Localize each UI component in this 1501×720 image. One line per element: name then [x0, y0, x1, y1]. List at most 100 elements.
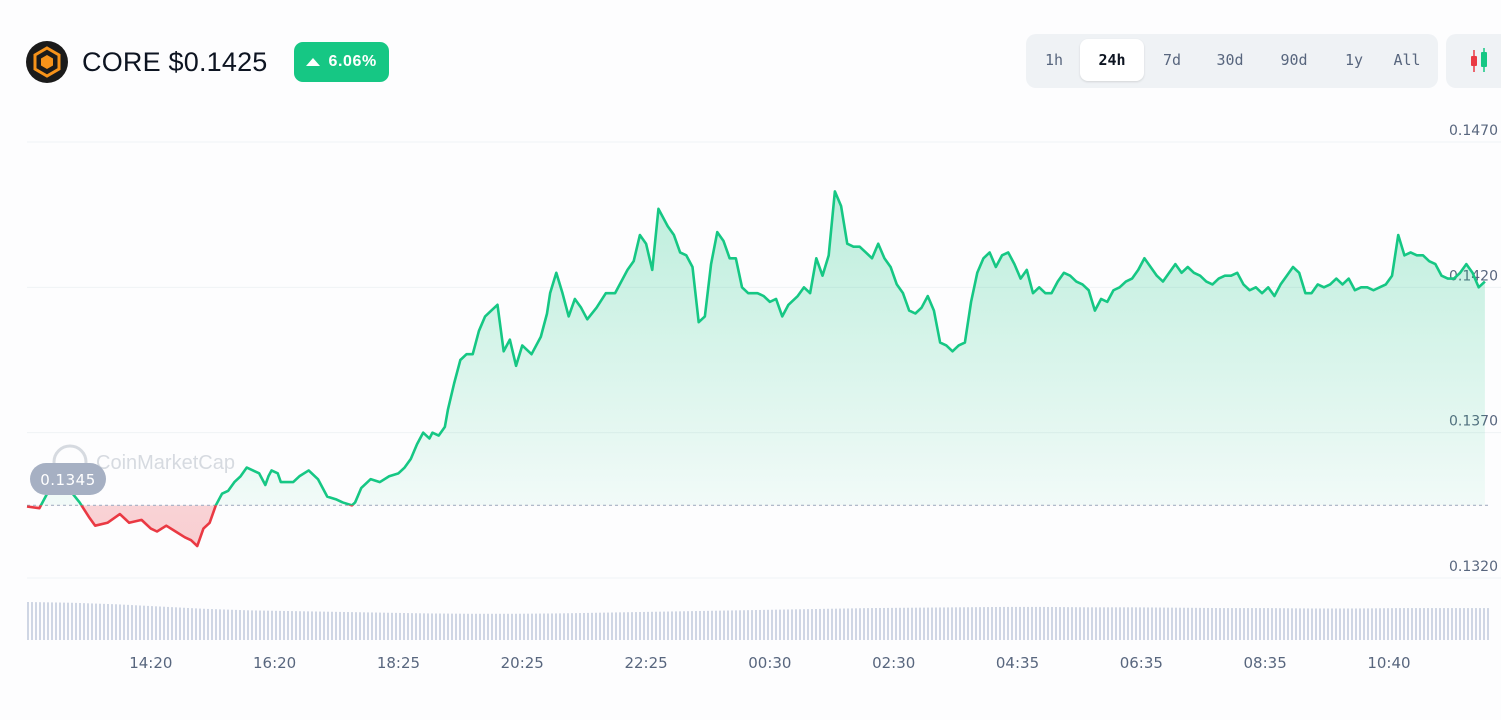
x-tick-label: 06:35 — [1120, 654, 1163, 672]
range-tab-all[interactable]: All — [1388, 39, 1426, 81]
price-change-badge: 6.06% — [293, 42, 389, 82]
volume-bar — [1147, 607, 1149, 640]
volume-bar — [1431, 608, 1433, 640]
volume-bar — [139, 605, 141, 640]
range-tab-90d[interactable]: 90d — [1270, 39, 1318, 81]
volume-bar — [835, 608, 837, 640]
volume-bar — [1263, 608, 1265, 640]
volume-bar — [1355, 608, 1357, 640]
volume-bar — [135, 605, 137, 640]
volume-bar — [419, 613, 421, 640]
volume-bar — [255, 610, 257, 640]
volume-bar — [1459, 608, 1461, 640]
x-tick-label: 22:25 — [624, 654, 667, 672]
volume-bar — [551, 613, 553, 640]
x-tick-label: 04:35 — [996, 654, 1039, 672]
volume-bar — [1395, 608, 1397, 640]
volume-bar — [1035, 606, 1037, 640]
volume-bar — [1399, 608, 1401, 640]
volume-bar — [727, 610, 729, 640]
volume-bar — [455, 613, 457, 640]
volume-bar — [1039, 606, 1041, 640]
volume-bar — [399, 612, 401, 640]
volume-bar — [1155, 607, 1157, 640]
volume-bar — [691, 611, 693, 640]
volume-bar — [291, 611, 293, 640]
volume-bar — [747, 610, 749, 640]
volume-bar — [247, 610, 249, 640]
volume-bar — [795, 609, 797, 640]
volume-bar — [919, 607, 921, 640]
volume-bar — [367, 612, 369, 640]
range-tab-1y[interactable]: 1y — [1336, 39, 1372, 81]
volume-bar — [1247, 608, 1249, 640]
volume-bar — [1335, 608, 1337, 640]
volume-bar — [1111, 607, 1113, 640]
volume-bar — [1159, 607, 1161, 640]
range-tab-24h[interactable]: 24h — [1080, 39, 1144, 81]
volume-bar — [959, 607, 961, 640]
volume-bar — [763, 609, 765, 640]
volume-bar — [723, 610, 725, 640]
volume-bar — [1051, 606, 1053, 640]
volume-bar — [883, 607, 885, 640]
price-chart[interactable]: 0.13200.13700.14200.1470CoinMarketCap0.1… — [0, 0, 1501, 720]
volume-bar — [171, 607, 173, 640]
range-tab-30d[interactable]: 30d — [1206, 39, 1254, 81]
volume-bar — [1319, 608, 1321, 640]
volume-bar — [1223, 608, 1225, 640]
volume-bar — [935, 607, 937, 640]
volume-bar — [1435, 608, 1437, 640]
volume-bar — [767, 609, 769, 640]
volume-bar — [315, 611, 317, 640]
volume-bar — [147, 605, 149, 640]
volume-bar — [671, 611, 673, 640]
volume-bar — [435, 613, 437, 640]
volume-bar — [1179, 607, 1181, 640]
x-tick-label: 02:30 — [872, 654, 915, 672]
volume-bar — [359, 612, 361, 640]
chart-type-toggle[interactable] — [1446, 34, 1501, 88]
volume-bar — [1003, 606, 1005, 640]
volume-bar — [831, 608, 833, 640]
volume-bar — [1123, 607, 1125, 640]
volume-bar — [1379, 608, 1381, 640]
volume-bar — [347, 612, 349, 640]
volume-bar — [95, 603, 97, 640]
time-range-selector: 1h 24h 7d 30d 90d 1y All — [1026, 34, 1438, 88]
volume-bar — [887, 607, 889, 640]
volume-bar — [407, 613, 409, 640]
volume-bar — [387, 612, 389, 640]
volume-bar — [1487, 608, 1489, 640]
volume-bar — [1143, 607, 1145, 640]
volume-bar — [779, 609, 781, 640]
volume-bar — [807, 609, 809, 640]
volume-bar — [567, 613, 569, 640]
volume-bar — [531, 613, 533, 640]
volume-bar — [1331, 608, 1333, 640]
range-tab-7d[interactable]: 7d — [1154, 39, 1190, 81]
volume-bar — [1323, 608, 1325, 640]
volume-bar — [995, 606, 997, 640]
volume-bar — [495, 613, 497, 640]
volume-bar — [1415, 608, 1417, 640]
volume-bar — [999, 606, 1001, 640]
volume-bar — [1483, 608, 1485, 640]
volume-bar — [103, 603, 105, 640]
volume-bar — [563, 613, 565, 640]
volume-bar — [311, 611, 313, 640]
range-tab-1h[interactable]: 1h — [1038, 39, 1070, 81]
volume-bar — [351, 612, 353, 640]
volume-bar — [335, 611, 337, 640]
volume-bar — [815, 608, 817, 640]
volume-bar — [303, 611, 305, 640]
x-tick-label: 00:30 — [748, 654, 791, 672]
volume-bar — [275, 610, 277, 640]
volume-bar — [259, 610, 261, 640]
volume-bar — [1239, 608, 1241, 640]
x-tick-label: 10:40 — [1367, 654, 1410, 672]
volume-bar — [443, 613, 445, 640]
volume-bar — [283, 610, 285, 640]
volume-bar — [119, 604, 121, 640]
volume-bar — [947, 607, 949, 640]
